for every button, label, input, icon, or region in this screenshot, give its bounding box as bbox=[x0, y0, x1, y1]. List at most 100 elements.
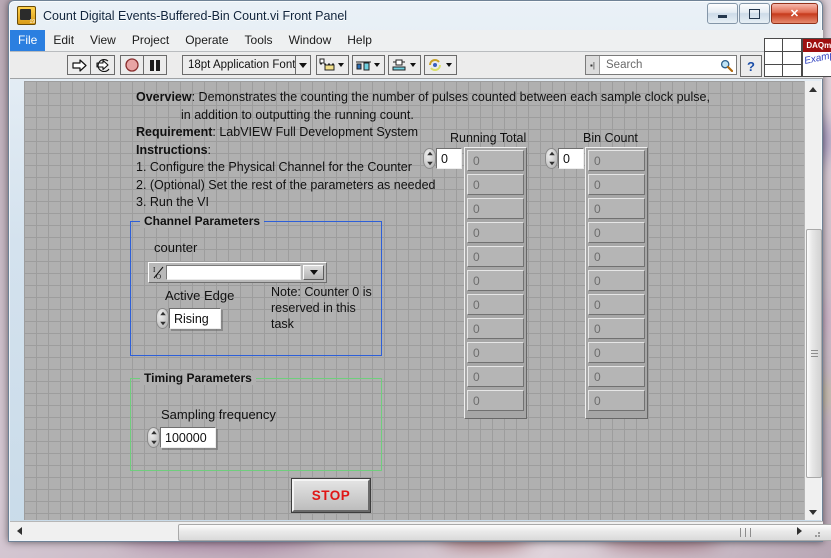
list-item[interactable]: 0 bbox=[588, 390, 645, 411]
counter-note: Note: Counter 0 is reserved in this task bbox=[271, 284, 381, 332]
title-bar[interactable]: Count Digital Events-Buffered-Bin Count.… bbox=[9, 1, 822, 30]
sampling-frequency-label: Sampling frequency bbox=[161, 407, 276, 422]
resize-grip-icon[interactable] bbox=[809, 526, 822, 539]
menu-item-view[interactable]: View bbox=[82, 30, 124, 51]
timing-parameters-group: Timing Parameters Sampling frequency 100… bbox=[130, 371, 382, 471]
list-item[interactable]: 0 bbox=[467, 390, 524, 411]
stop-button[interactable]: STOP bbox=[291, 478, 371, 513]
align-objects-icon[interactable] bbox=[316, 55, 349, 75]
chevron-down-icon[interactable] bbox=[303, 265, 324, 280]
window-layout-icon[interactable] bbox=[764, 38, 802, 77]
toolbar: 18pt Application Font ▪| Search ? bbox=[10, 52, 823, 79]
overview-label-instructions: Instructions bbox=[136, 142, 208, 157]
resize-objects-icon[interactable] bbox=[388, 55, 421, 75]
font-label: 18pt Application Font bbox=[188, 59, 296, 71]
search-mode-icon[interactable]: ▪| bbox=[586, 56, 600, 74]
application-window: Count Digital Events-Buffered-Bin Count.… bbox=[8, 0, 831, 542]
list-item[interactable]: 0 bbox=[467, 342, 524, 363]
list-item[interactable]: 0 bbox=[588, 270, 645, 291]
io-name-icon: IO bbox=[151, 265, 166, 280]
maximize-button[interactable] bbox=[739, 3, 770, 24]
running-total-array[interactable]: 0 0 0 0 0 0 0 0 0 0 0 bbox=[464, 147, 527, 419]
list-item[interactable]: 0 bbox=[467, 222, 524, 243]
search-input[interactable]: ▪| Search bbox=[585, 55, 737, 75]
scroll-right-button[interactable] bbox=[791, 523, 807, 539]
window-controls: ✕ bbox=[706, 3, 818, 24]
font-selector[interactable]: 18pt Application Font bbox=[182, 55, 311, 75]
distribute-objects-icon[interactable] bbox=[352, 55, 385, 75]
scroll-left-button[interactable] bbox=[11, 523, 27, 539]
pause-icon[interactable] bbox=[143, 55, 167, 75]
bin-count-index-value[interactable]: 0 bbox=[558, 148, 584, 169]
reorder-objects-icon[interactable] bbox=[424, 55, 457, 75]
bin-count-index-control[interactable]: 0 bbox=[545, 148, 584, 169]
list-item[interactable]: 0 bbox=[467, 318, 524, 339]
bin-count-label: Bin Count bbox=[583, 131, 638, 145]
minimize-button[interactable] bbox=[707, 3, 738, 24]
sampling-frequency-control[interactable]: 100000 bbox=[147, 427, 216, 448]
list-item[interactable]: 0 bbox=[588, 318, 645, 339]
bin-count-index-spinner[interactable] bbox=[545, 148, 558, 169]
magnifier-icon[interactable] bbox=[716, 59, 736, 72]
counter-value-field[interactable] bbox=[166, 265, 301, 280]
bin-count-array[interactable]: 0 0 0 0 0 0 0 0 0 0 0 bbox=[585, 147, 648, 419]
menu-item-edit[interactable]: Edit bbox=[45, 30, 82, 51]
menu-item-project[interactable]: Project bbox=[124, 30, 177, 51]
timing-parameters-title: Timing Parameters bbox=[140, 371, 256, 385]
list-item[interactable]: 0 bbox=[588, 342, 645, 363]
search-placeholder: Search bbox=[606, 59, 643, 71]
horizontal-scroll-thumb[interactable] bbox=[178, 524, 831, 541]
running-total-index-spinner[interactable] bbox=[423, 148, 436, 169]
list-item[interactable]: 0 bbox=[588, 246, 645, 267]
counter-combobox[interactable]: IO bbox=[148, 262, 327, 283]
scroll-down-button[interactable] bbox=[805, 504, 821, 520]
list-item[interactable]: 0 bbox=[467, 198, 524, 219]
scroll-grip-icon bbox=[810, 348, 818, 359]
list-item[interactable]: 0 bbox=[588, 294, 645, 315]
active-edge-spinner[interactable] bbox=[156, 308, 169, 329]
channel-parameters-title: Channel Parameters bbox=[140, 214, 265, 228]
sampling-frequency-value[interactable]: 100000 bbox=[160, 427, 216, 448]
running-total-label: Running Total bbox=[450, 131, 527, 145]
horizontal-scrollbar[interactable] bbox=[10, 521, 831, 541]
active-edge-label: Active Edge bbox=[165, 288, 235, 303]
vertical-scroll-thumb[interactable] bbox=[806, 229, 822, 478]
list-item[interactable]: 0 bbox=[588, 366, 645, 387]
list-item[interactable]: 0 bbox=[588, 174, 645, 195]
list-item[interactable]: 0 bbox=[467, 174, 524, 195]
close-button[interactable]: ✕ bbox=[771, 3, 818, 24]
menu-item-operate[interactable]: Operate bbox=[177, 30, 236, 51]
counter-note-line-1: Note: Counter 0 is bbox=[271, 285, 372, 299]
sampling-frequency-spinner[interactable] bbox=[147, 427, 160, 448]
channel-parameters-group: Channel Parameters counter IO Active Edg… bbox=[130, 214, 382, 356]
chevron-down-icon[interactable] bbox=[295, 56, 310, 74]
active-edge-value[interactable]: Rising bbox=[169, 308, 221, 329]
counter-label: counter bbox=[154, 240, 198, 255]
menu-item-tools[interactable]: Tools bbox=[237, 30, 281, 51]
running-total-index-control[interactable]: 0 bbox=[423, 148, 462, 169]
list-item[interactable]: 0 bbox=[588, 198, 645, 219]
list-item[interactable]: 0 bbox=[467, 270, 524, 291]
list-item[interactable]: 0 bbox=[467, 246, 524, 267]
running-total-index-value[interactable]: 0 bbox=[436, 148, 462, 169]
scroll-up-button[interactable] bbox=[805, 81, 821, 97]
overview-line-2: in addition to outputting the running co… bbox=[136, 107, 796, 125]
overview-label-overview: Overview bbox=[136, 90, 192, 104]
list-item[interactable]: 0 bbox=[467, 150, 524, 171]
vertical-scrollbar[interactable] bbox=[804, 81, 822, 520]
active-edge-control[interactable]: Rising bbox=[156, 308, 221, 329]
menu-item-file[interactable]: File bbox=[10, 30, 46, 51]
overview-label-requirement: Requirement bbox=[136, 125, 213, 139]
run-continuously-icon[interactable] bbox=[90, 55, 115, 75]
list-item[interactable]: 0 bbox=[588, 150, 645, 171]
abort-execution-icon[interactable] bbox=[120, 55, 144, 75]
menu-item-help[interactable]: Help bbox=[339, 30, 380, 51]
front-panel-canvas[interactable]: Overview: Demonstrates the counting the … bbox=[24, 81, 807, 520]
menu-item-window[interactable]: Window bbox=[281, 30, 340, 51]
list-item[interactable]: 0 bbox=[467, 366, 524, 387]
menu-bar: File Edit View Project Operate Tools Win… bbox=[10, 30, 823, 52]
list-item[interactable]: 0 bbox=[588, 222, 645, 243]
context-help-button[interactable]: ? bbox=[740, 55, 762, 77]
list-item[interactable]: 0 bbox=[467, 294, 524, 315]
run-arrow-icon[interactable] bbox=[67, 55, 91, 75]
